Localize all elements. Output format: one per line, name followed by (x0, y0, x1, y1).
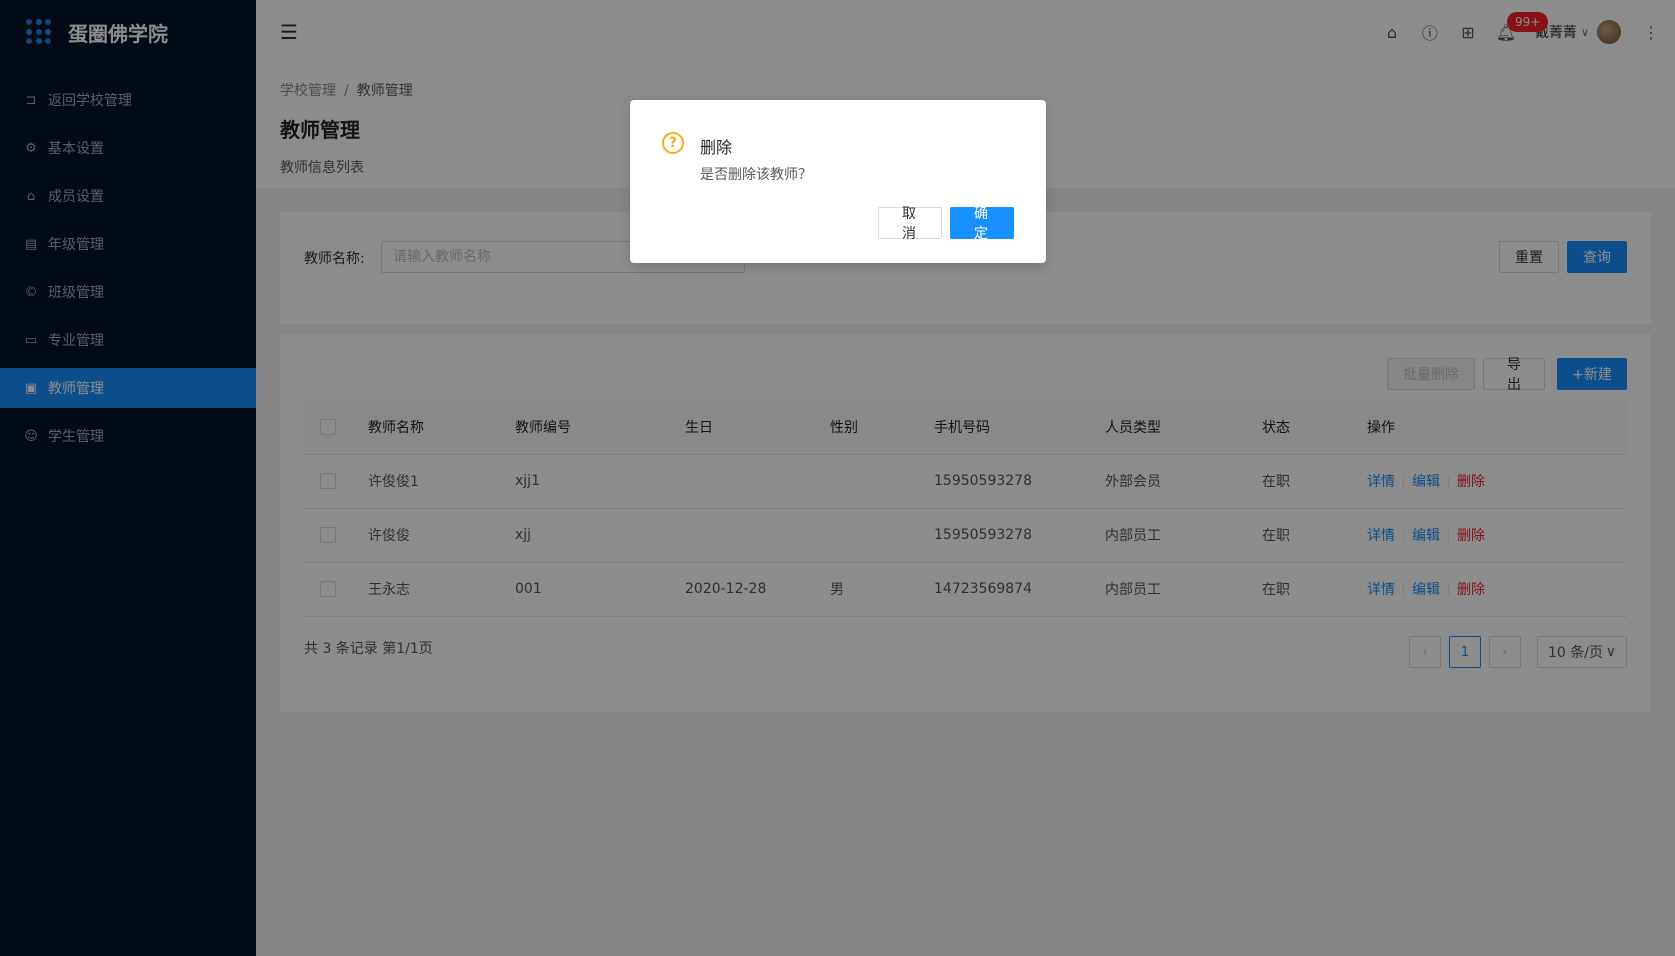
modal-content: 是否删除该教师？ (700, 167, 812, 183)
ok-button[interactable]: 确 定 (950, 206, 1014, 242)
confirm-delete-modal: ? 删除 是否删除该教师？ 取 消 确 定 (630, 100, 1046, 263)
question-circle-icon: ? (662, 132, 684, 154)
modal-title: 删除 (700, 138, 733, 157)
cancel-button[interactable]: 取 消 (878, 206, 942, 242)
